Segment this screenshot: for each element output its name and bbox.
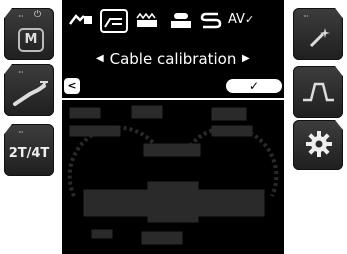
menu-dots: ··· — [18, 68, 24, 77]
synergy-button[interactable]: ··· — [293, 8, 343, 60]
settings-button[interactable] — [293, 120, 343, 170]
torch-icon — [13, 81, 48, 106]
menu-dots: ··· — [18, 128, 24, 137]
pulse-icon — [303, 82, 334, 102]
av-check-label: AV — [228, 12, 245, 27]
trigger-mode-label: 2T/4T — [8, 146, 50, 161]
wand-icon — [309, 28, 330, 48]
memory-icon: M — [18, 28, 44, 52]
gear-icon — [306, 131, 332, 157]
power-icon: ⏻ — [34, 10, 42, 20]
pulse-button[interactable] — [293, 66, 343, 118]
av-check-icon[interactable]: AV✓ — [228, 8, 254, 32]
action-row: < ✓ — [62, 78, 284, 96]
selection-bar: ◀ Cable calibration ▶ — [62, 46, 284, 72]
menu-dots: ··· — [18, 12, 24, 21]
mode-button[interactable]: ··· ⏻ M — [4, 8, 54, 60]
back-button[interactable]: < — [64, 78, 80, 94]
menu-dots: ··· — [303, 12, 309, 21]
menu-icon-bar: AV✓ — [62, 8, 284, 34]
spool-icon[interactable] — [168, 8, 194, 32]
cable-calibration-icon[interactable] — [100, 9, 128, 33]
selection-label: Cable calibration — [109, 50, 237, 68]
next-arrow-icon[interactable]: ▶ — [242, 46, 250, 72]
roller-icon[interactable] — [134, 8, 160, 32]
cable-icon[interactable] — [68, 8, 94, 32]
display-screen: AV✓ ◀ Cable calibration ▶ < ✓ — [62, 0, 284, 254]
torch-button[interactable]: ··· — [4, 64, 54, 116]
confirm-button[interactable]: ✓ — [226, 79, 282, 93]
background-ghost-display — [67, 105, 279, 245]
s-curve-icon[interactable] — [198, 8, 224, 32]
trigger-mode-button[interactable]: ··· 2T/4T — [4, 124, 54, 176]
previous-arrow-icon[interactable]: ◀ — [96, 46, 104, 72]
